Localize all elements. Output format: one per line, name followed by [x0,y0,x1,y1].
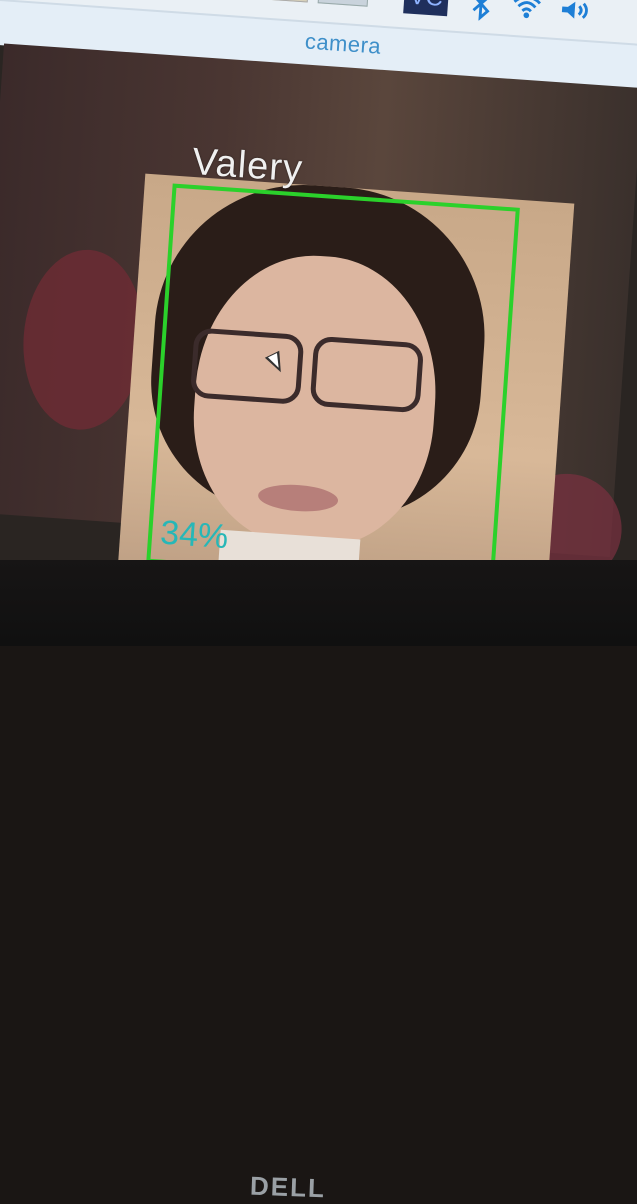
confidence-label: 34% [159,513,230,557]
recognized-name-label: Valery [190,140,305,191]
window-title: camera [304,28,383,59]
taskbar-app-button-2[interactable] [317,0,370,7]
speaker-icon[interactable] [557,0,593,28]
bluetooth-icon[interactable] [463,0,499,22]
monitor-bezel: DELL [0,560,637,1203]
wifi-icon[interactable] [509,0,545,25]
camera-feed: Valery 34% [0,43,637,633]
monitor-screen: VC camera Valery 34% [0,0,637,643]
vnc-icon[interactable]: VC [403,0,450,17]
taskbar-app-button[interactable] [257,0,310,3]
brand-logo: DELL [249,1170,327,1204]
